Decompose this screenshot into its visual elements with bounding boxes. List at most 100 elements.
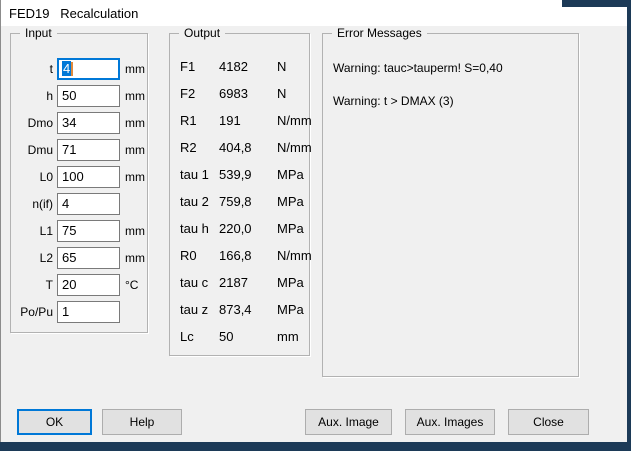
output-unit: MPa — [277, 194, 304, 209]
output-row-f2: F2 6983 N — [180, 80, 309, 107]
error-message: Warning: t > DMAX (3) — [333, 94, 578, 127]
input-row-l2: L2 mm — [11, 244, 147, 271]
output-label: tau c — [180, 275, 219, 290]
output-value: 166,8 — [219, 248, 277, 263]
aux-images-button[interactable]: Aux. Images — [405, 409, 495, 435]
output-row-lc: Lc 50 mm — [180, 323, 309, 350]
input-field-dmo[interactable] — [57, 112, 120, 134]
input-label-dmo: Dmo — [11, 116, 53, 130]
input-unit-l2: mm — [125, 251, 145, 265]
output-unit: N/mm — [277, 248, 312, 263]
dialog-window: FED19 Recalculation Input t 4 mm h mm Dm… — [0, 0, 631, 451]
output-label: tau 2 — [180, 194, 219, 209]
error-message-list: Warning: tauc>tauperm! S=0,40 Warning: t… — [323, 34, 578, 127]
error-message: Warning: tauc>tauperm! S=0,40 — [333, 61, 578, 94]
output-label: F1 — [180, 59, 219, 74]
output-value: 220,0 — [219, 221, 277, 236]
input-label-temp: T — [11, 278, 53, 292]
output-unit: MPa — [277, 302, 304, 317]
output-unit: N — [277, 59, 286, 74]
output-value: 873,4 — [219, 302, 277, 317]
window-right-frame — [627, 0, 631, 451]
output-value: 4182 — [219, 59, 277, 74]
input-label-dmu: Dmu — [11, 143, 53, 157]
output-row-tau2: tau 2 759,8 MPa — [180, 188, 309, 215]
output-row-tauz: tau z 873,4 MPa — [180, 296, 309, 323]
output-unit: MPa — [277, 221, 304, 236]
output-label: R1 — [180, 113, 219, 128]
error-messages-group-label: Error Messages — [332, 26, 427, 41]
output-group: Output F1 4182 N F2 6983 N R1 191 N/mm R… — [169, 33, 310, 356]
input-unit-dmu: mm — [125, 143, 145, 157]
input-field-temp[interactable] — [57, 274, 120, 296]
output-unit: mm — [277, 329, 299, 344]
input-field-h[interactable] — [57, 85, 120, 107]
input-unit-l1: mm — [125, 224, 145, 238]
window-title: FED19 Recalculation — [9, 6, 138, 21]
input-field-t[interactable]: 4 — [57, 58, 120, 80]
input-field-l1[interactable] — [57, 220, 120, 242]
input-field-l2[interactable] — [57, 247, 120, 269]
input-unit-t: mm — [125, 62, 145, 76]
input-unit-l0: mm — [125, 170, 145, 184]
ok-button[interactable]: OK — [17, 409, 92, 435]
output-value: 759,8 — [219, 194, 277, 209]
help-button[interactable]: Help — [102, 409, 182, 435]
output-row-r1: R1 191 N/mm — [180, 107, 309, 134]
input-label-t: t — [11, 62, 53, 76]
output-row-tauh: tau h 220,0 MPa — [180, 215, 309, 242]
input-label-popu: Po/Pu — [11, 305, 53, 319]
input-row-l1: L1 mm — [11, 217, 147, 244]
output-unit: N — [277, 86, 286, 101]
output-value: 191 — [219, 113, 277, 128]
output-row-tauc: tau c 2187 MPa — [180, 269, 309, 296]
input-field-dmu[interactable] — [57, 139, 120, 161]
output-row-r0: R0 166,8 N/mm — [180, 242, 309, 269]
selected-text: 4 — [62, 61, 71, 76]
input-label-l0: L0 — [11, 170, 53, 184]
input-unit-temp: °C — [125, 278, 138, 292]
output-label: R2 — [180, 140, 219, 155]
window-bottom-frame — [0, 442, 631, 451]
output-rows: F1 4182 N F2 6983 N R1 191 N/mm R2 404,8… — [170, 34, 309, 350]
input-row-t: t 4 mm — [11, 55, 147, 82]
input-row-nif: n(if) — [11, 190, 147, 217]
window-left-edge — [0, 0, 1, 444]
close-button[interactable]: Close — [508, 409, 589, 435]
window-top-right-frame — [562, 0, 631, 7]
input-label-l2: L2 — [11, 251, 53, 265]
output-label: R0 — [180, 248, 219, 263]
output-row-f1: F1 4182 N — [180, 53, 309, 80]
input-label-l1: L1 — [11, 224, 53, 238]
input-unit-dmo: mm — [125, 116, 145, 130]
title-bar: FED19 Recalculation — [1, 0, 627, 26]
output-unit: MPa — [277, 275, 304, 290]
input-field-l0[interactable] — [57, 166, 120, 188]
input-group-label: Input — [20, 26, 57, 41]
input-field-popu[interactable] — [57, 301, 120, 323]
input-row-l0: L0 mm — [11, 163, 147, 190]
input-row-dmo: Dmo mm — [11, 109, 147, 136]
output-value: 6983 — [219, 86, 277, 101]
output-unit: N/mm — [277, 113, 312, 128]
input-field-nif[interactable] — [57, 193, 120, 215]
output-label: tau h — [180, 221, 219, 236]
input-row-dmu: Dmu mm — [11, 136, 147, 163]
output-label: tau z — [180, 302, 219, 317]
input-label-h: h — [11, 89, 53, 103]
output-group-label: Output — [179, 26, 225, 41]
output-value: 404,8 — [219, 140, 277, 155]
output-value: 2187 — [219, 275, 277, 290]
text-caret — [71, 62, 73, 76]
input-label-nif: n(if) — [11, 197, 53, 211]
input-group: Input t 4 mm h mm Dmo mm Dmu — [10, 33, 148, 333]
aux-image-button[interactable]: Aux. Image — [305, 409, 392, 435]
output-row-r2: R2 404,8 N/mm — [180, 134, 309, 161]
input-row-popu: Po/Pu — [11, 298, 147, 325]
output-unit: MPa — [277, 167, 304, 182]
output-row-tau1: tau 1 539,9 MPa — [180, 161, 309, 188]
output-unit: N/mm — [277, 140, 312, 155]
input-row-temp: T °C — [11, 271, 147, 298]
output-label: tau 1 — [180, 167, 219, 182]
input-unit-h: mm — [125, 89, 145, 103]
